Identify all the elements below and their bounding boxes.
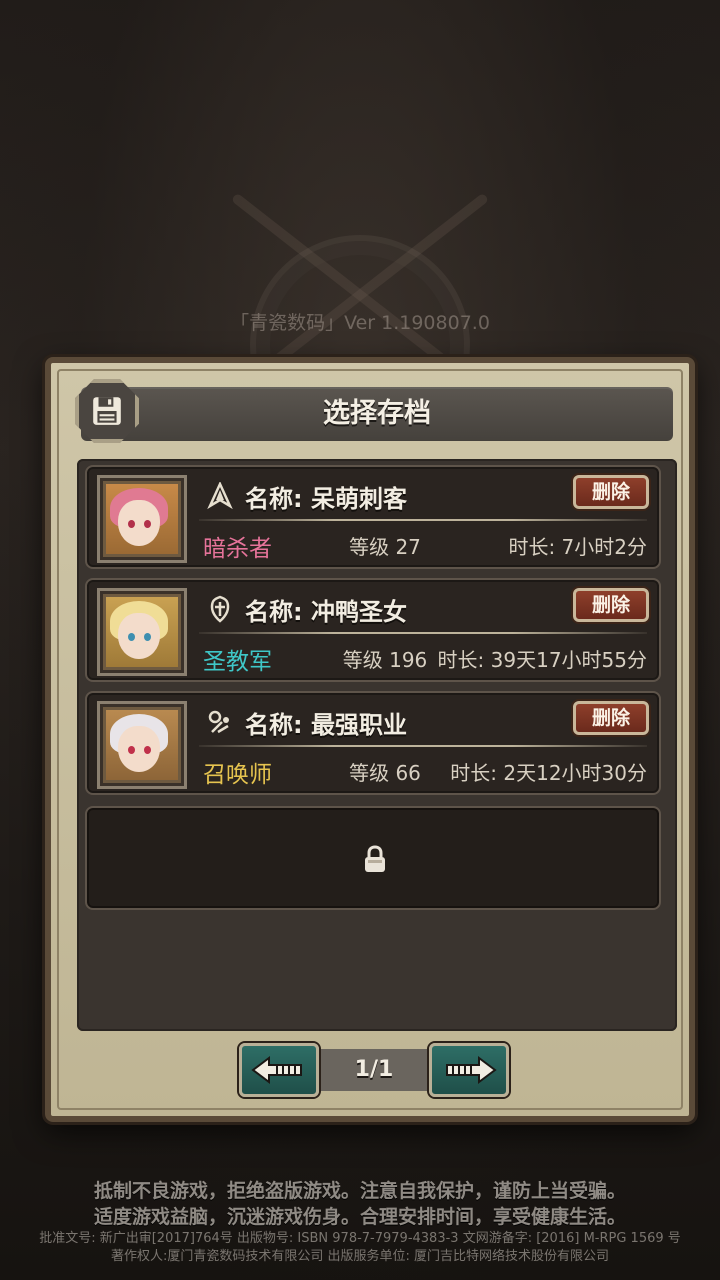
lock-icon: [365, 845, 385, 872]
divider: [199, 632, 647, 634]
divider: [199, 519, 647, 521]
next-page-button[interactable]: [429, 1043, 509, 1097]
delete-button[interactable]: 删除: [573, 701, 649, 735]
version-text: 「青瓷数码」Ver 1.190807.0: [230, 312, 490, 334]
dialog-title-bar: 选择存档: [81, 387, 673, 441]
slot-name: 名称: 最强职业: [245, 711, 407, 739]
save-slot[interactable]: 名称: 最强职业 删除 召唤师 等级 66 时长: 2天12小时30分: [85, 691, 661, 795]
save-slot[interactable]: 名称: 呆萌刺客 删除 暗杀者 等级 27 时长: 7小时2分: [85, 465, 661, 569]
save-slot[interactable]: 名称: 冲鸭圣女 删除 圣教军 等级 196 时长: 39天17小时55分: [85, 578, 661, 682]
slot-name: 名称: 冲鸭圣女: [245, 598, 407, 626]
level-text: 等级 27: [349, 535, 421, 559]
slot-name: 名称: 呆萌刺客: [245, 485, 407, 513]
level-text: 等级 196: [342, 648, 428, 672]
class-name: 圣教军: [203, 649, 272, 675]
character-portrait: [97, 588, 187, 676]
summoner-icon: [205, 707, 235, 737]
class-name: 召唤师: [203, 762, 272, 788]
assassin-icon: [205, 481, 235, 511]
class-name: 暗杀者: [203, 536, 272, 562]
prev-page-button[interactable]: [239, 1043, 319, 1097]
floppy-disk-icon: [75, 379, 139, 443]
notice-line: 抵制不良游戏，拒绝盗版游戏。注意自我保护，谨防上当受骗。: [93, 1180, 626, 1202]
locked-save-slot[interactable]: [85, 806, 661, 910]
notice-line: 适度游戏益脑，沉迷游戏伤身。合理安排时间，享受健康生活。: [93, 1206, 626, 1228]
divider: [199, 745, 647, 747]
pager: 1/1: [239, 1043, 509, 1097]
play-duration: 时长: 39天17小时55分: [437, 648, 647, 672]
character-portrait: [97, 701, 187, 789]
dialog-title: 选择存档: [323, 398, 431, 429]
save-slot-list: 名称: 呆萌刺客 删除 暗杀者 等级 27 时长: 7小时2分 名称: 冲鸭圣女…: [77, 459, 677, 1031]
delete-button[interactable]: 删除: [573, 475, 649, 509]
health-notice: 抵制不良游戏，拒绝盗版游戏。注意自我保护，谨防上当受骗。 适度游戏益脑，沉迷游戏…: [0, 1178, 720, 1266]
level-text: 等级 66: [349, 761, 421, 785]
page-indicator: 1/1: [354, 1057, 394, 1082]
legal-line: 批准文号: 新广出审[2017]764号 出版物号: ISBN 978-7-79…: [39, 1231, 681, 1246]
legal-line: 著作权人:厦门青瓷数码技术有限公司 出版服务单位: 厦门吉比特网络技术股份有限公…: [110, 1249, 610, 1264]
arrow-right-icon: [446, 1056, 497, 1084]
select-save-dialog: 选择存档 名称: 呆萌刺客 删除 暗杀者 等级 27 时长: 7小时2分 名称:…: [45, 357, 695, 1122]
character-portrait: [97, 475, 187, 563]
play-duration: 时长: 2天12小时30分: [450, 761, 647, 785]
delete-button[interactable]: 删除: [573, 588, 649, 622]
play-duration: 时长: 7小时2分: [508, 535, 647, 559]
holy-shield-icon: [205, 594, 235, 624]
arrow-left-icon: [251, 1056, 302, 1084]
